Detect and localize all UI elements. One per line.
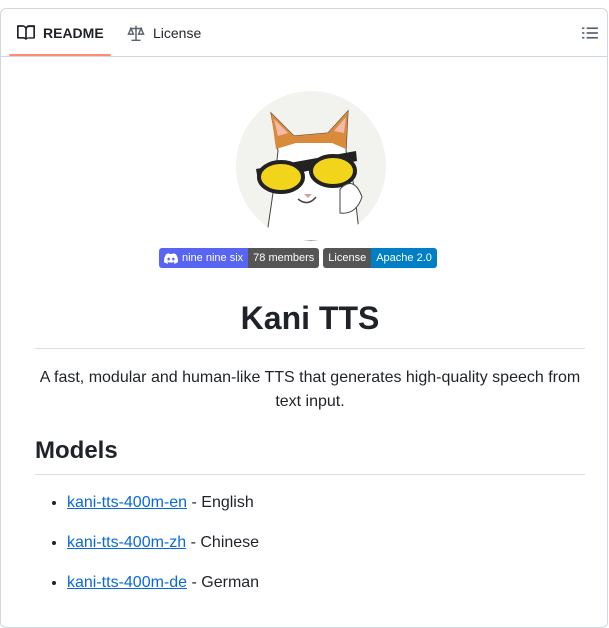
list-item: kani-tts-400m-de - German [67,571,609,611]
title-divider [35,348,585,349]
active-tab-underline [9,54,111,56]
model-link-zh[interactable]: kani-tts-400m-zh [67,534,186,551]
tab-license[interactable]: License [127,9,201,57]
readme-panel: README License nine nine six 78 members … [0,8,608,628]
book-icon [17,24,35,42]
model-link-de[interactable]: kani-tts-400m-de [67,574,187,591]
model-link-en[interactable]: kani-tts-400m-en [67,494,187,511]
license-badge-label: License [323,248,372,268]
discord-badge[interactable]: nine nine six 78 members [159,248,320,268]
models-list: kani-tts-400m-en - English kani-tts-400m… [35,491,609,611]
model-language: - English [187,494,254,511]
discord-badge-value: 78 members [248,248,320,268]
model-language: - Chinese [186,534,260,551]
license-badge-value: Apache 2.0 [371,248,437,268]
models-heading: Models [35,437,118,464]
models-divider [35,474,585,475]
cat-logo-image [236,91,386,241]
discord-badge-label: nine nine six [159,248,249,268]
list-item: kani-tts-400m-zh - Chinese [67,531,609,571]
license-badge[interactable]: License Apache 2.0 [323,248,437,268]
readme-title: Kani TTS [240,300,380,336]
tab-bar: README License [1,9,607,57]
badge-row: nine nine six 78 members License Apache … [159,248,437,268]
tab-license-label: License [153,25,202,41]
discord-badge-text: nine nine six [182,252,244,264]
discord-icon [164,252,178,264]
list-item: kani-tts-400m-en - English [67,491,609,531]
tab-readme-label: README [43,25,104,41]
readme-description: A fast, modular and human-like TTS that … [39,369,581,410]
scale-icon [127,24,145,42]
tab-readme[interactable]: README [17,9,104,57]
model-language: - German [187,574,260,591]
outline-list-icon[interactable] [581,24,599,42]
